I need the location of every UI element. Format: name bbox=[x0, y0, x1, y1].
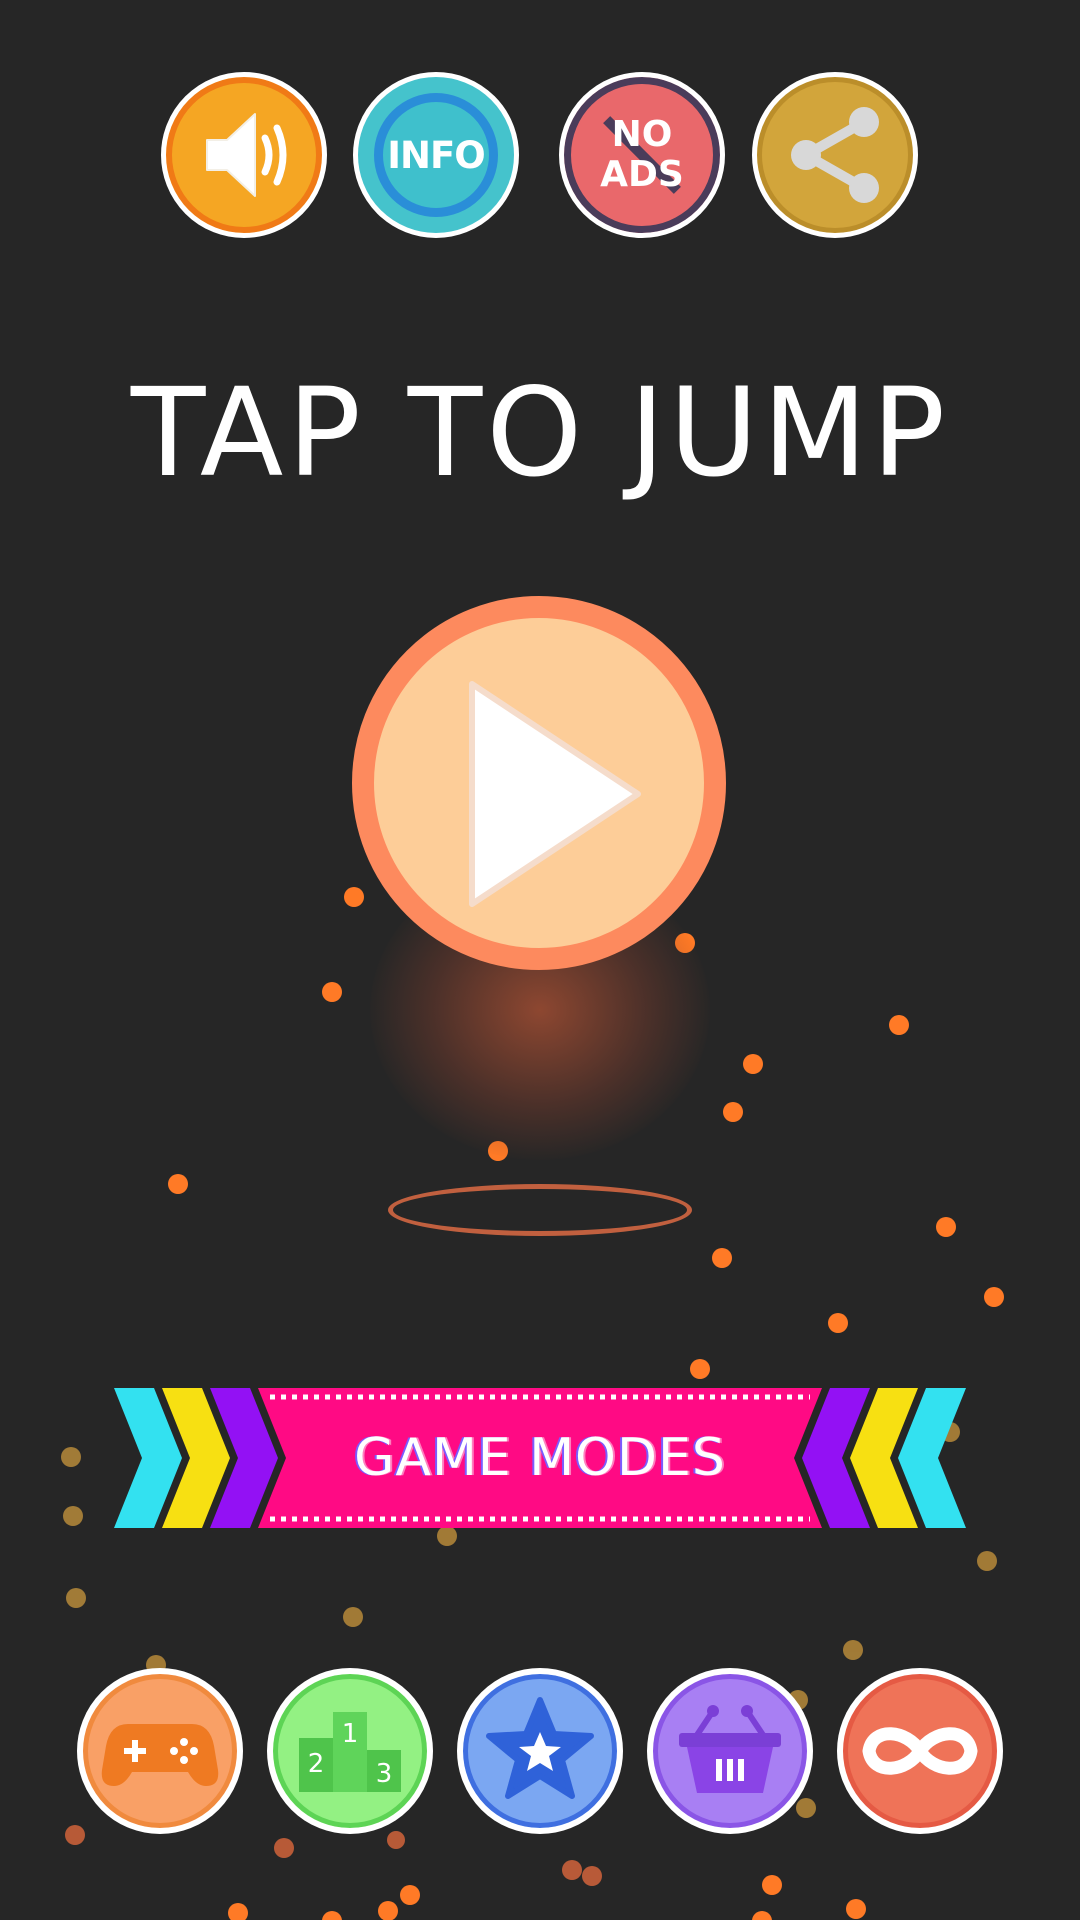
infinity-icon bbox=[862, 1727, 978, 1775]
star-icon bbox=[486, 1697, 594, 1799]
podium-place-3: 3 bbox=[376, 1759, 393, 1789]
podium-place-1: 1 bbox=[342, 1719, 359, 1749]
page-title: TAP TO JUMP bbox=[130, 362, 950, 504]
no-ads-line2: ADS bbox=[600, 154, 684, 195]
favorites-button[interactable] bbox=[457, 1668, 623, 1834]
info-button[interactable]: INFO bbox=[353, 72, 519, 238]
no-ads-button[interactable]: NO ADS bbox=[559, 72, 725, 238]
play-button[interactable] bbox=[352, 596, 726, 970]
endless-button[interactable] bbox=[837, 1668, 1003, 1834]
games-button[interactable] bbox=[77, 1668, 243, 1834]
no-ads-icon: NO ADS bbox=[582, 95, 702, 215]
info-label: INFO bbox=[387, 133, 485, 177]
leaderboard-button[interactable]: 1 2 3 bbox=[267, 1668, 433, 1834]
basket-icon bbox=[679, 1705, 781, 1793]
sound-button[interactable] bbox=[161, 72, 327, 238]
share-icon bbox=[791, 107, 879, 203]
landing-ring bbox=[388, 1184, 692, 1236]
share-button[interactable] bbox=[752, 72, 918, 238]
shop-button[interactable] bbox=[647, 1668, 813, 1834]
podium-place-2: 2 bbox=[308, 1749, 325, 1779]
no-ads-line1: NO bbox=[611, 114, 673, 155]
gamepad-icon bbox=[101, 1724, 219, 1786]
info-badge-icon: INFO bbox=[374, 93, 498, 217]
game-modes-button[interactable]: GAME MODES bbox=[114, 1388, 966, 1528]
podium-icon: 1 2 3 bbox=[299, 1712, 401, 1792]
speaker-icon bbox=[206, 113, 287, 197]
play-icon bbox=[469, 681, 641, 907]
game-modes-label: GAME MODES bbox=[354, 1428, 726, 1488]
